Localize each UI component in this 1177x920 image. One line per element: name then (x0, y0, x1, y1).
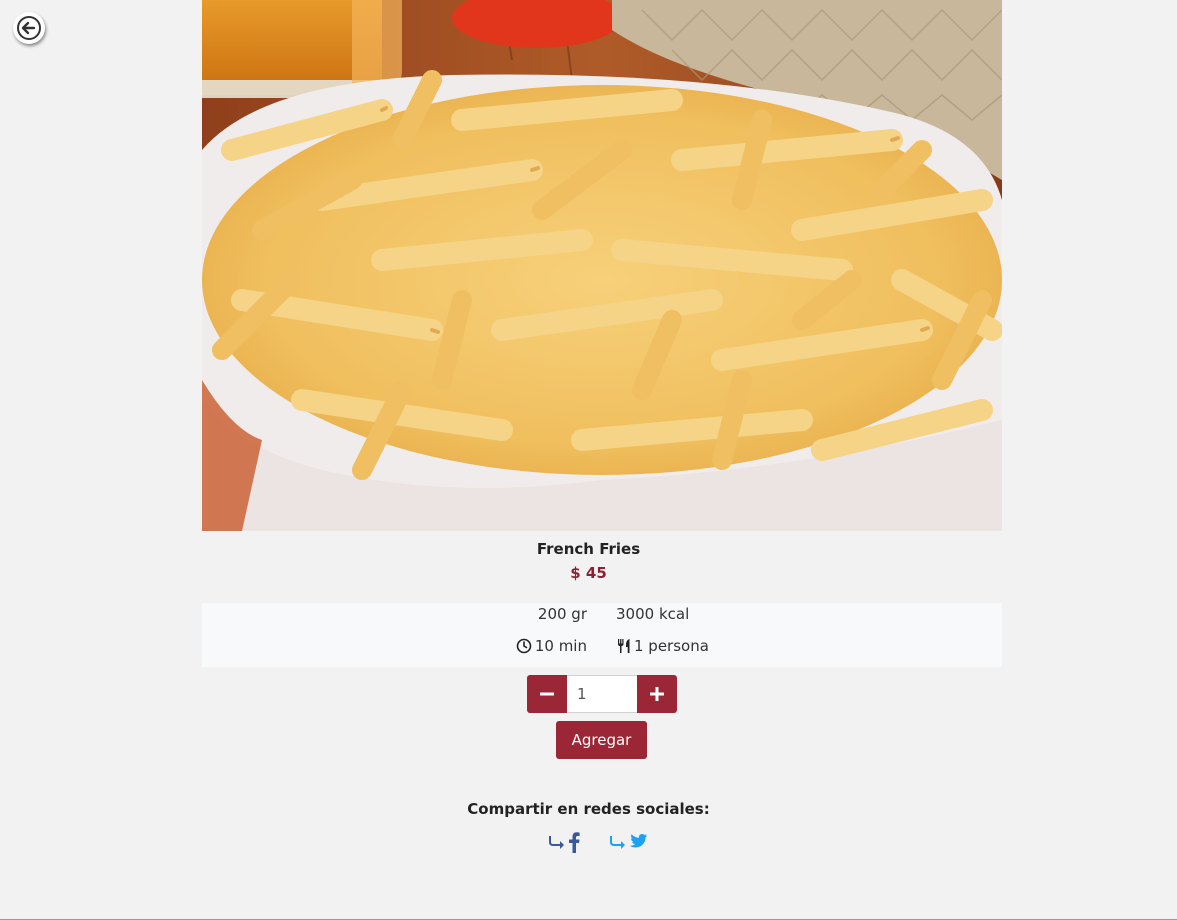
share-twitter-button[interactable] (610, 830, 647, 854)
servings-label: 1 persona (634, 637, 709, 655)
product-page: French Fries $ 45 200 gr 3000 kcal 10 mi… (0, 0, 1177, 920)
calories-value: 3000 kcal (616, 605, 690, 623)
share-arrow-icon (549, 836, 564, 849)
decrease-button[interactable] (527, 675, 567, 713)
product-name: French Fries (536, 540, 641, 558)
back-arrow-icon (17, 16, 41, 40)
facebook-icon (569, 832, 580, 853)
servings: 1 persona (616, 637, 709, 655)
quantity-stepper (527, 675, 677, 713)
add-to-cart-button[interactable]: Agregar (556, 721, 647, 759)
product-info: 200 gr 3000 kcal 10 min 1 persona (202, 603, 1002, 667)
quantity-input[interactable] (567, 675, 637, 713)
prep-time-label: 10 min (534, 637, 587, 655)
minus-icon (540, 692, 554, 696)
share-title: Compartir en redes sociales: (467, 800, 710, 818)
product-price: $ 45 (570, 564, 607, 582)
weight-value: 200 gr (537, 605, 587, 623)
back-button[interactable] (13, 12, 45, 44)
clock-icon (516, 638, 532, 654)
share-facebook-button[interactable] (549, 830, 580, 854)
twitter-icon (629, 833, 647, 848)
utensils-icon (618, 639, 630, 653)
product-image (202, 0, 1002, 531)
plus-icon (650, 687, 664, 701)
increase-button[interactable] (637, 675, 677, 713)
prep-time: 10 min (516, 637, 587, 655)
share-arrow-icon (610, 836, 625, 849)
